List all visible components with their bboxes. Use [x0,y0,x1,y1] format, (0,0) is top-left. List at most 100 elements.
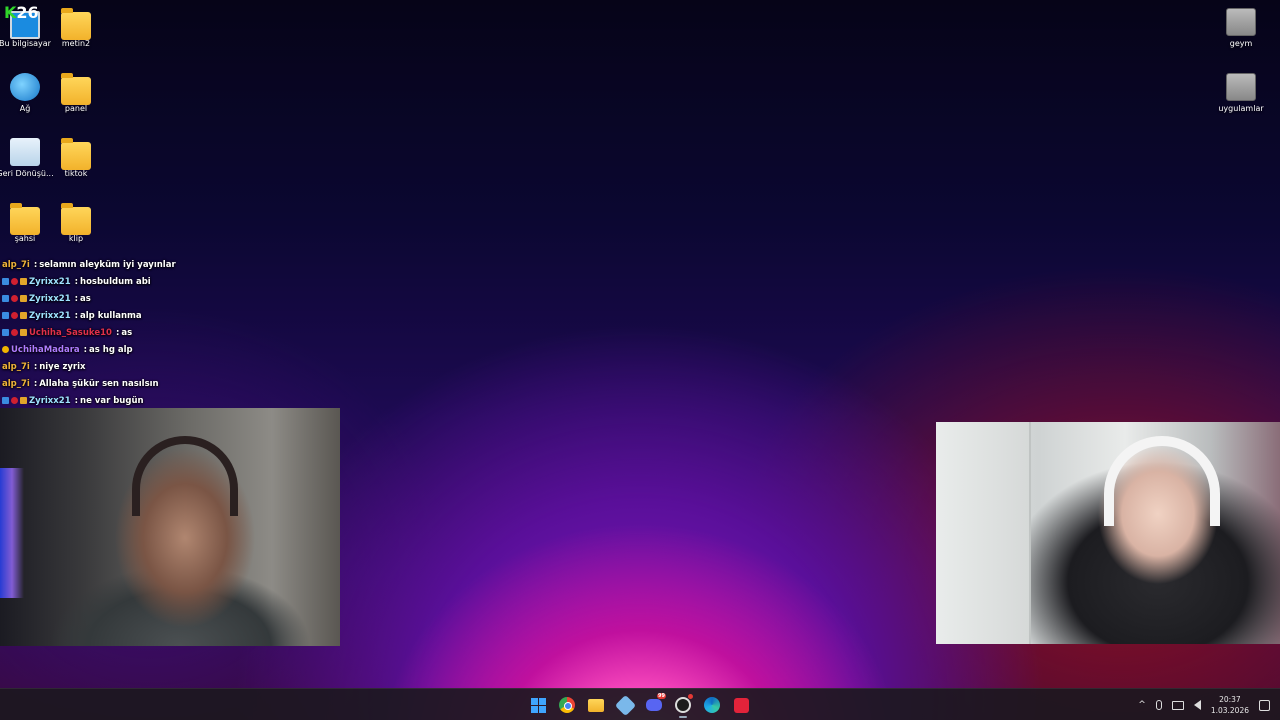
chat-username: UchihaMadara [11,344,80,355]
chat-message: alp_7i : niye zyrix [2,358,342,375]
badge-icon [2,278,9,285]
desktop-icon-metin2[interactable]: metin2 [47,8,105,49]
chat-text: Allaha şükür sen nasılsın [39,378,159,389]
desktop-icon-label: Bu bilgisayar [0,39,51,48]
badge-k: K [4,3,17,22]
chrome-button[interactable] [555,693,579,717]
desktop-icon-label: tiktok [64,169,88,178]
desktop-icon-label: metin2 [61,39,91,48]
chrome-icon [559,697,575,713]
badge-icon [20,329,27,336]
badge-icon [2,329,9,336]
recording-dot-icon [688,694,693,699]
desktop-icon-klip[interactable]: klip [47,203,105,244]
chat-overlay: alp_7i : selamın aleyküm iyi yayınlar Zy… [2,256,342,409]
folder-icon [588,698,604,712]
chat-text: selamın aleyküm iyi yayınlar [39,259,176,270]
network-icon [10,73,40,101]
chat-separator: : [74,293,79,304]
chat-message: alp_7i : selamın aleyküm iyi yayınlar [2,256,342,273]
headset-icon [132,436,238,516]
chat-message: Zyrixx21 : alp kullanma [2,307,342,324]
chat-username: Zyrixx21 [29,276,71,287]
file-explorer-button[interactable] [584,693,608,717]
desktop-icon-tiktok[interactable]: tiktok [47,138,105,179]
network-icon[interactable] [1171,700,1184,710]
folder-icon [61,73,91,105]
chat-message: Zyrixx21 : hosbuldum abi [2,273,342,290]
desktop-icon-label: Geri Dönüşü... [0,169,54,178]
clock-date: 1.03.2026 [1210,706,1249,715]
chat-username: Uchiha_Sasuke10 [29,327,112,338]
chat-text: as [80,293,91,304]
folder-icon [61,138,91,170]
chat-separator: : [33,361,38,372]
archive-icon [1226,73,1256,101]
badge-icon [2,312,9,319]
active-indicator [679,716,687,718]
badge-icon [20,312,27,319]
system-tray: ^ 20:37 1.03.2026 [1138,689,1280,720]
desktop-icon-sahsi[interactable]: şahsi [0,203,54,244]
chat-text: as hg alp [89,344,133,355]
chat-username: alp_7i [2,259,30,270]
chat-text: niye zyrix [39,361,86,372]
badge-icon [2,346,9,353]
settings-app-button[interactable] [613,693,637,717]
recycle-bin-icon [10,138,40,166]
taskbar: 99 ^ 20:37 1.03.2026 [0,688,1280,720]
windows-icon [530,697,546,713]
chat-username: Zyrixx21 [29,310,71,321]
chat-separator: : [33,378,38,389]
desktop-icon-recycle-bin[interactable]: Geri Dönüşü... [0,138,54,179]
red-app-button[interactable] [729,693,753,717]
folder-icon [10,203,40,235]
badge-icon [11,397,18,404]
badge-icon [20,278,27,285]
app-icon [733,697,749,713]
badge-icon [20,295,27,302]
discord-badge: 99 [657,693,666,699]
rgb-light [0,468,24,598]
obs-button[interactable] [671,693,695,718]
start-button[interactable] [526,693,550,717]
folder-icon [61,8,91,40]
desktop-icon-label: geym [1229,39,1253,48]
chat-message: Zyrixx21 : as [2,290,342,307]
chat-username: Zyrixx21 [29,293,71,304]
chat-separator: : [74,395,79,406]
edge-icon [704,697,720,713]
microphone-icon[interactable] [1155,700,1162,710]
taskbar-apps: 99 [526,693,753,718]
obs-icon [675,697,691,713]
webcam-left [0,408,340,646]
desktop-icon-geym[interactable]: geym [1212,8,1270,49]
chevron-up-icon[interactable]: ^ [1138,700,1146,710]
discord-button[interactable]: 99 [642,693,666,717]
desktop-icon-label: Ağ [19,104,31,113]
desktop-icon-uygulamlar[interactable]: uygulamlar [1212,73,1270,114]
badge-icon [2,397,9,404]
chat-message: Zyrixx21 : ne var bugün [2,392,342,409]
stream-counter-badge: K26 [4,3,39,22]
chat-separator: : [74,310,79,321]
clock[interactable]: 20:37 1.03.2026 [1211,694,1249,716]
desktop-icon-label: uygulamlar [1218,104,1264,113]
webcam-right [936,422,1280,644]
archive-icon [1226,8,1256,36]
chat-message: alp_7i : Allaha şükür sen nasılsın [2,375,342,392]
chat-text: alp kullanma [80,310,142,321]
notification-icon[interactable] [1259,699,1270,711]
badge-icon [11,278,18,285]
desktop-icon-panel[interactable]: panel [47,73,105,114]
desktop-icon-network[interactable]: Ağ [0,73,54,114]
badge-icon [11,312,18,319]
badge-number: 26 [16,3,39,22]
chat-username: alp_7i [2,361,30,372]
chat-separator: : [115,327,120,338]
chat-username: Zyrixx21 [29,395,71,406]
chat-separator: : [74,276,79,287]
edge-button[interactable] [700,693,724,717]
volume-icon[interactable] [1193,700,1201,710]
door [936,422,1031,644]
